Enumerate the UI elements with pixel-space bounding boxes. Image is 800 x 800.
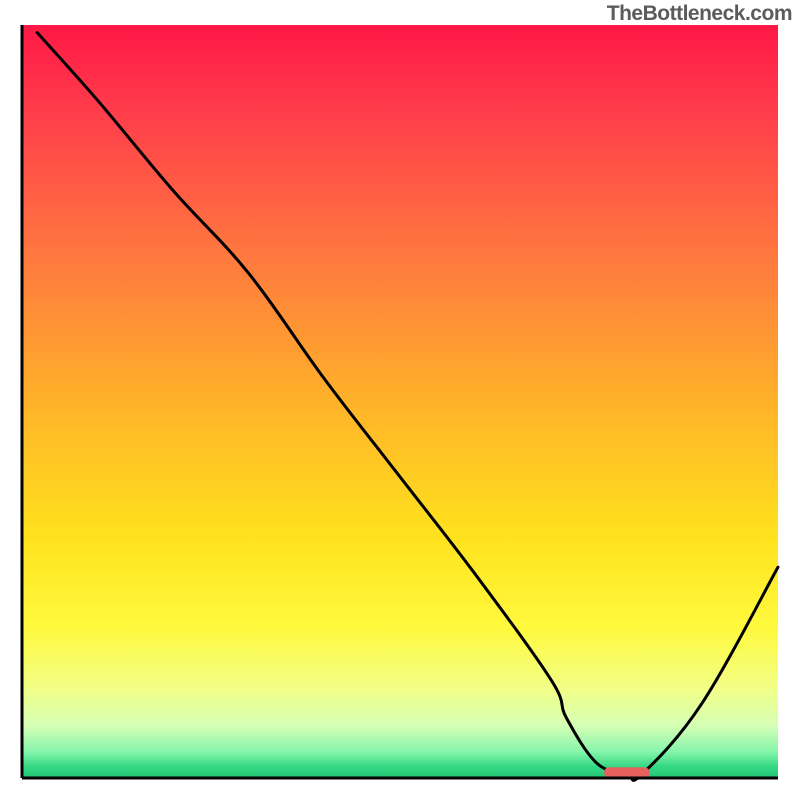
- chart-svg: [0, 0, 800, 800]
- watermark-text: TheBottleneck.com: [607, 2, 792, 26]
- bottleneck-chart: TheBottleneck.com: [0, 0, 800, 800]
- plot-background: [22, 25, 778, 778]
